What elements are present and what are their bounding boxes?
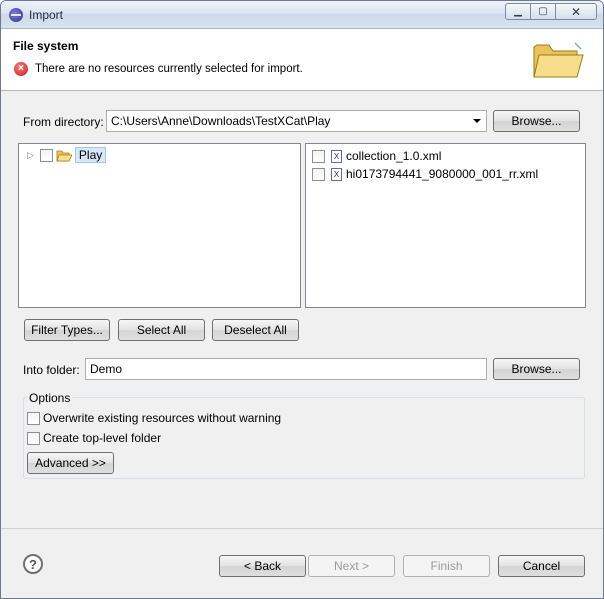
file-checkbox[interactable] — [312, 149, 325, 163]
from-directory-combo[interactable]: C:\Users\Anne\Downloads\TestXCat\Play — [106, 110, 487, 132]
file-checkbox[interactable] — [312, 167, 325, 181]
into-folder-value: Demo — [90, 362, 123, 376]
into-folder-input[interactable]: Demo — [85, 358, 487, 380]
maximize-icon: ▢ — [538, 6, 548, 17]
folder-icon — [533, 42, 584, 78]
back-button[interactable]: < Back — [219, 555, 306, 577]
tree-item-play[interactable]: ▷ Play — [27, 147, 107, 163]
overwrite-checkbox[interactable] — [27, 411, 40, 425]
window-title: Import — [29, 8, 64, 22]
browse-source-button[interactable]: Browse... — [493, 110, 580, 132]
select-all-button[interactable]: Select All — [118, 319, 205, 341]
into-folder-label: Into folder: — [23, 363, 80, 377]
list-item[interactable]: X hi0173794441_9080000_001_rr.xml — [312, 167, 538, 181]
deselect-all-button[interactable]: Deselect All — [212, 319, 299, 341]
cancel-button[interactable]: Cancel — [498, 555, 585, 577]
folder-open-icon — [56, 150, 72, 161]
overwrite-label: Overwrite existing resources without war… — [43, 411, 282, 425]
xml-file-icon: X — [331, 149, 342, 163]
next-button[interactable]: Next > — [308, 555, 395, 577]
overwrite-option[interactable]: Overwrite existing resources without war… — [27, 411, 281, 425]
wizard-banner: File system × There are no resources cur… — [1, 29, 603, 91]
close-button[interactable]: ✕ — [555, 3, 597, 20]
top-level-option[interactable]: Create top-level folder — [27, 431, 161, 445]
browse-destination-button[interactable]: Browse... — [493, 358, 580, 380]
error-message: There are no resources currently selecte… — [35, 63, 303, 75]
list-item[interactable]: X collection_1.0.xml — [312, 149, 441, 163]
close-icon: ✕ — [570, 4, 582, 19]
from-directory-label: From directory: — [23, 115, 104, 129]
maximize-button[interactable]: ▢ — [530, 3, 556, 20]
from-directory-value: C:\Users\Anne\Downloads\TestXCat\Play — [111, 114, 331, 128]
import-dialog: Import ▁ ▢ ✕ File system × There are no … — [0, 0, 604, 599]
top-level-label: Create top-level folder — [43, 431, 162, 445]
file-name: collection_1.0.xml — [346, 149, 442, 163]
error-icon: × — [14, 62, 28, 76]
finish-button[interactable]: Finish — [403, 555, 490, 577]
title-bar: Import ▁ ▢ ✕ — [1, 1, 603, 29]
xml-file-icon: X — [331, 167, 342, 181]
chevron-down-icon[interactable] — [473, 119, 481, 123]
minimize-button[interactable]: ▁ — [505, 3, 531, 20]
tree-item-checkbox[interactable] — [39, 148, 53, 162]
footer-separator — [1, 528, 603, 529]
filter-types-button[interactable]: Filter Types... — [24, 319, 110, 341]
tree-item-label: Play — [74, 147, 107, 163]
folder-tree[interactable]: ▷ Play — [18, 143, 301, 308]
help-icon[interactable]: ? — [23, 554, 43, 574]
top-level-checkbox[interactable] — [27, 431, 40, 445]
minimize-icon: ▁ — [514, 6, 522, 17]
window-controls: ▁ ▢ ✕ — [505, 3, 597, 20]
options-group-title: Options — [27, 391, 73, 405]
file-list[interactable]: X collection_1.0.xml X hi0173794441_9080… — [305, 143, 586, 308]
eclipse-icon — [9, 8, 23, 22]
file-name: hi0173794441_9080000_001_rr.xml — [346, 167, 539, 181]
expand-icon[interactable]: ▷ — [27, 150, 34, 161]
advanced-button[interactable]: Advanced >> — [27, 452, 114, 474]
page-title: File system — [13, 39, 79, 53]
